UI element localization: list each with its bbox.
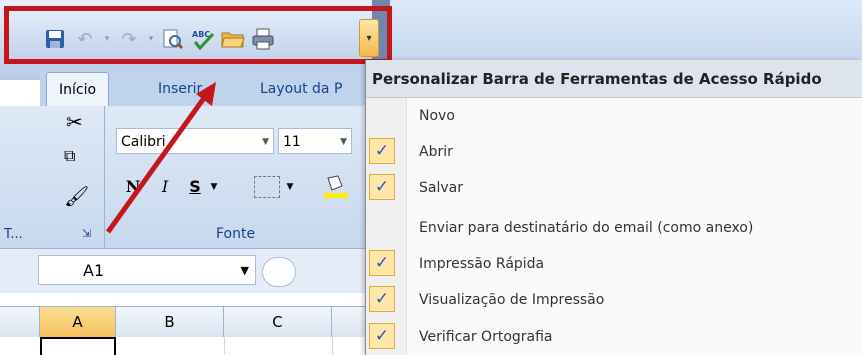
ribbon-panel: ✂ ⧉ 🖌 T... ⇲ Calibri ▼ 11 ▼ N I S ▼ ▼ Fo… (0, 106, 365, 248)
menu-item-novo[interactable]: Novo (366, 98, 862, 134)
select-all-corner[interactable] (0, 307, 40, 337)
format-painter-icon[interactable]: 🖌 (64, 184, 89, 208)
menu-item-label: Abrir (419, 144, 453, 160)
name-box[interactable]: A1 ▼ (38, 255, 256, 285)
column-header-c[interactable]: C (224, 307, 332, 337)
menu-item-visualizacao-impressao[interactable]: ✓ Visualização de Impressão (366, 282, 862, 318)
cell-a1[interactable] (40, 337, 116, 355)
title-bar (372, 0, 862, 60)
checkmark-icon: ✓ (369, 138, 395, 164)
tab-inserir[interactable]: Inserir (146, 72, 214, 106)
qat-highlight-box (4, 6, 392, 64)
font-group: Calibri ▼ 11 ▼ N I S ▼ ▼ Fonte (108, 106, 365, 248)
menu-item-abrir[interactable]: ✓ Abrir (366, 134, 862, 170)
clipboard-group: ✂ ⧉ 🖌 T... ⇲ (0, 106, 105, 248)
menu-item-verificar-ortografia[interactable]: ✓ Verificar Ortografia (366, 319, 862, 355)
borders-button[interactable] (254, 176, 280, 198)
menu-title: Personalizar Barra de Ferramentas de Ace… (366, 60, 862, 98)
formula-bar-handle[interactable] (262, 257, 296, 287)
menu-item-enviar-email[interactable]: Enviar para destinatário do email (como … (366, 210, 862, 246)
menu-item-label: Impressão Rápida (419, 256, 545, 272)
checkmark-icon: ✓ (369, 250, 395, 276)
tab-layout-da-pagina[interactable]: Layout da P (248, 72, 354, 106)
font-name-combo[interactable]: Calibri ▼ (116, 128, 274, 154)
column-header-b[interactable]: B (116, 307, 224, 337)
ribbon-tabs: Início Inserir Layout da P (40, 68, 365, 107)
column-headers: A B C (0, 306, 365, 338)
worksheet-grid (0, 337, 365, 355)
customize-qat-menu: Personalizar Barra de Ferramentas de Ace… (365, 60, 862, 355)
chevron-down-icon: ▼ (340, 137, 347, 147)
cut-icon[interactable]: ✂ (66, 110, 83, 134)
formula-bar: A1 ▼ (0, 248, 365, 293)
font-size-value: 11 (283, 134, 301, 150)
checkmark-icon: ✓ (369, 286, 395, 312)
dialog-launcher-icon[interactable]: ⇲ (82, 227, 91, 240)
font-name-value: Calibri (121, 134, 166, 150)
checkmark-icon: ✓ (369, 323, 395, 349)
menu-item-label: Verificar Ortografia (419, 329, 553, 345)
fill-bucket-icon (324, 175, 348, 198)
menu-item-label: Salvar (419, 180, 463, 196)
font-group-label: Fonte (216, 226, 256, 242)
chevron-down-icon[interactable]: ▼ (208, 174, 220, 200)
copy-icon[interactable]: ⧉ (64, 146, 75, 166)
column-header-a[interactable]: A (40, 307, 116, 337)
menu-item-label: Enviar para destinatário do email (como … (419, 220, 754, 236)
underline-button[interactable]: S (184, 174, 206, 200)
clipboard-group-label: T... (4, 227, 23, 242)
menu-item-label: Visualização de Impressão (419, 292, 605, 308)
menu-item-label: Novo (419, 108, 455, 124)
menu-item-salvar[interactable]: ✓ Salvar (366, 170, 862, 206)
fill-color-button[interactable] (320, 172, 352, 198)
tab-inicio[interactable]: Início (46, 72, 110, 107)
chevron-down-icon: ▼ (262, 137, 269, 147)
name-box-value: A1 (83, 261, 105, 280)
italic-button[interactable]: I (152, 174, 178, 200)
bold-button[interactable]: N (120, 174, 146, 200)
menu-item-impressao-rapida[interactable]: ✓ Impressão Rápida (366, 246, 862, 282)
checkmark-icon: ✓ (369, 174, 395, 200)
chevron-down-icon[interactable]: ▼ (284, 174, 296, 200)
chevron-down-icon: ▼ (240, 264, 249, 277)
font-size-combo[interactable]: 11 ▼ (278, 128, 352, 154)
